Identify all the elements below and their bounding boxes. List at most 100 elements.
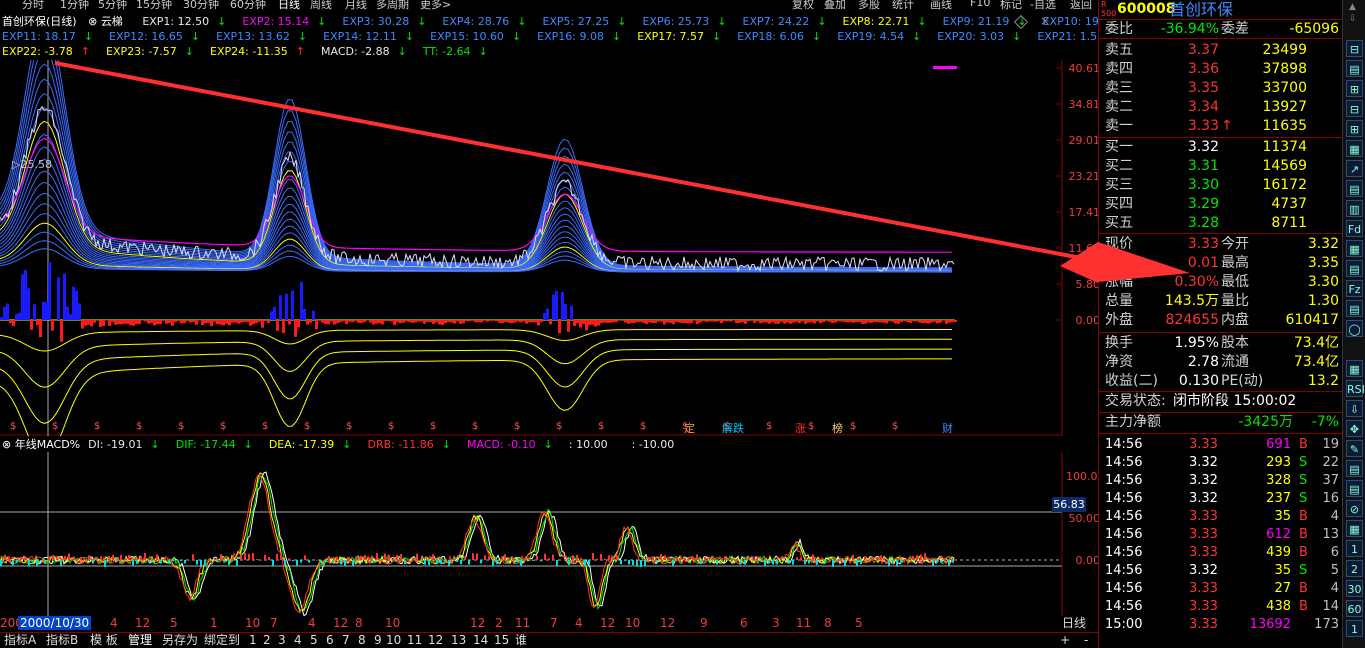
close-icon[interactable]: × — [1040, 14, 1050, 28]
main-price-chart[interactable] — [0, 60, 1098, 436]
bottom-tab-8[interactable]: 3 — [278, 633, 286, 648]
period-tab-3[interactable]: 15分钟 — [136, 0, 172, 10]
scroll-up-icon[interactable]: ▲ — [1349, 2, 1356, 12]
top-tool-7[interactable]: -自选 — [1030, 0, 1056, 10]
event-mark-2[interactable]: 涨 — [795, 420, 806, 436]
list-icon[interactable]: ▤ — [1346, 180, 1363, 197]
tick-time: 14:56 — [1105, 491, 1143, 506]
bottom-tab-20[interactable]: 15 — [494, 633, 509, 648]
sell-level-row[interactable]: 卖四 3.36 37898 — [1099, 60, 1343, 79]
bottom-tab-2[interactable]: 模 板 — [90, 633, 118, 648]
rsi-icon[interactable]: RSI — [1346, 380, 1365, 397]
top-tool-6[interactable]: 标记 — [1000, 0, 1022, 10]
one-minute-icon[interactable]: 1 — [1346, 540, 1363, 557]
bottom-tab-11[interactable]: 6 — [326, 633, 334, 648]
chart-icon[interactable]: ▥ — [1346, 200, 1363, 217]
period-tab-5[interactable]: 60分钟 — [230, 0, 266, 10]
bottom-tab-17[interactable]: 12 — [428, 633, 443, 648]
bottom-tab-18[interactable]: 13 — [451, 633, 466, 648]
down-icon[interactable]: ⇩ — [1346, 400, 1363, 417]
bottom-tab-21[interactable]: 谁 — [515, 633, 527, 648]
bottom-tab-4[interactable]: 另存为 — [162, 633, 198, 648]
sell-level-row[interactable]: 卖二 3.34 13927 — [1099, 98, 1343, 117]
bottom-tab-3[interactable]: 管理 — [128, 633, 152, 648]
top-tool-1[interactable]: 叠加 — [824, 0, 846, 10]
top-tool-0[interactable]: 复权 — [792, 0, 814, 10]
fz-icon[interactable]: Fz — [1346, 280, 1363, 297]
list-icon[interactable]: ▤ — [1346, 60, 1363, 77]
bottom-tab-13[interactable]: 8 — [358, 633, 366, 648]
bottom-tab-6[interactable]: 1 — [249, 633, 257, 648]
grid-icon[interactable]: ⊞ — [1346, 80, 1363, 97]
buy-level-row[interactable]: 买二 3.31 14569 — [1099, 157, 1343, 176]
panel-icon[interactable]: ⊟ — [1346, 100, 1363, 117]
move-icon[interactable]: ✥ — [1346, 420, 1363, 437]
histogram-bar — [324, 320, 327, 324]
toolbar-icon[interactable]: ⊟ — [1346, 40, 1363, 57]
trend-icon[interactable]: ↗ — [1346, 160, 1363, 177]
period-tab-9[interactable]: 多周期 — [376, 0, 409, 10]
zoom-out-button[interactable]: - — [1084, 633, 1088, 648]
thirty-minute-icon[interactable]: 30 — [1346, 580, 1363, 597]
fund-icon[interactable]: Fd — [1346, 220, 1363, 237]
buy-level-row[interactable]: 买一 3.32 11374 — [1099, 138, 1343, 157]
pen-icon[interactable]: ✎ — [1346, 440, 1363, 457]
top-tool-2[interactable]: 多股 — [858, 0, 880, 10]
buy-level-row[interactable]: 买四 3.29 4737 — [1099, 195, 1343, 214]
sixty-minute-icon[interactable]: 60 — [1346, 600, 1363, 617]
bottom-tab-12[interactable]: 7 — [342, 633, 350, 648]
table-icon[interactable]: ▦ — [1346, 360, 1363, 377]
bottom-tab-16[interactable]: 11 — [407, 633, 422, 648]
period-tab-4[interactable]: 30分钟 — [183, 0, 219, 10]
refresh-icon[interactable]: ⊘ — [1346, 500, 1363, 517]
table-icon[interactable]: ▦ — [1346, 240, 1363, 257]
period-tab-1[interactable]: 1分钟 — [60, 0, 89, 10]
bottom-tab-15[interactable]: 10 — [386, 633, 401, 648]
bottom-tab-1[interactable]: 指标B — [46, 633, 78, 648]
bottom-tab-9[interactable]: 4 — [294, 633, 302, 648]
sell-level-row[interactable]: 卖三 3.35 33700 — [1099, 79, 1343, 98]
event-mark-0[interactable]: 定 — [684, 420, 695, 436]
buy-level-row[interactable]: 买三 3.30 16172 — [1099, 176, 1343, 195]
period-tab-6[interactable]: 日线 — [278, 0, 300, 10]
period-tab-2[interactable]: 5分钟 — [98, 0, 127, 10]
grid-icon[interactable]: ⊞ — [1346, 120, 1363, 137]
table-icon[interactable]: ▦ — [1346, 520, 1363, 537]
bottom-tab-10[interactable]: 5 — [310, 633, 318, 648]
circle-icon[interactable]: ◯ — [1346, 320, 1363, 337]
histogram-bar — [885, 320, 888, 324]
top-tool-5[interactable]: F10 — [970, 0, 990, 9]
histogram-bar — [216, 320, 219, 325]
period-tab-7[interactable]: 周线 — [310, 0, 332, 10]
list-icon[interactable]: ▤ — [1346, 460, 1363, 477]
top-tool-3[interactable]: 统计 — [892, 0, 914, 10]
top-tool-8[interactable]: 返回 — [1070, 0, 1092, 10]
list-icon[interactable]: ▤ — [1346, 480, 1363, 497]
pin-icon[interactable]: ⇩ — [1349, 14, 1357, 24]
stat-label: 净资 — [1105, 354, 1133, 370]
buy-level-row[interactable]: 买五 3.28 8711 — [1099, 214, 1343, 233]
event-mark-3[interactable]: 榜 — [832, 420, 843, 436]
table-icon[interactable]: ▦ — [1346, 140, 1363, 157]
top-tool-4[interactable]: 画线 — [930, 0, 952, 10]
bottom-tab-5[interactable]: 绑定到 — [204, 633, 240, 648]
period-tab-10[interactable]: 更多> — [420, 0, 451, 10]
sell-level-row[interactable]: 卖一 3.33 ↑ 11635 — [1099, 117, 1343, 136]
list-icon[interactable]: ▤ — [1346, 260, 1363, 277]
one-icon[interactable]: 1 — [1346, 620, 1363, 637]
macd-bar — [468, 560, 470, 565]
bottom-tab-19[interactable]: 14 — [473, 633, 488, 648]
macd-chart[interactable] — [0, 452, 1098, 616]
bottom-tab-0[interactable]: 指标A — [4, 633, 36, 648]
histogram-bar — [939, 320, 942, 323]
period-tab-0[interactable]: 分时 — [22, 0, 44, 10]
event-mark-1[interactable]: 解跌 — [722, 420, 744, 436]
bottom-tab-14[interactable]: 9 — [374, 633, 382, 648]
two-minute-icon[interactable]: 2 — [1346, 560, 1363, 577]
event-mark-4[interactable]: 财 — [942, 420, 953, 436]
zoom-in-button[interactable]: + — [1060, 633, 1070, 648]
period-tab-8[interactable]: 月线 — [345, 0, 367, 10]
sell-level-row[interactable]: 卖五 3.37 23499 — [1099, 41, 1343, 60]
list-icon[interactable]: ▤ — [1346, 300, 1363, 317]
bottom-tab-7[interactable]: 2 — [263, 633, 271, 648]
